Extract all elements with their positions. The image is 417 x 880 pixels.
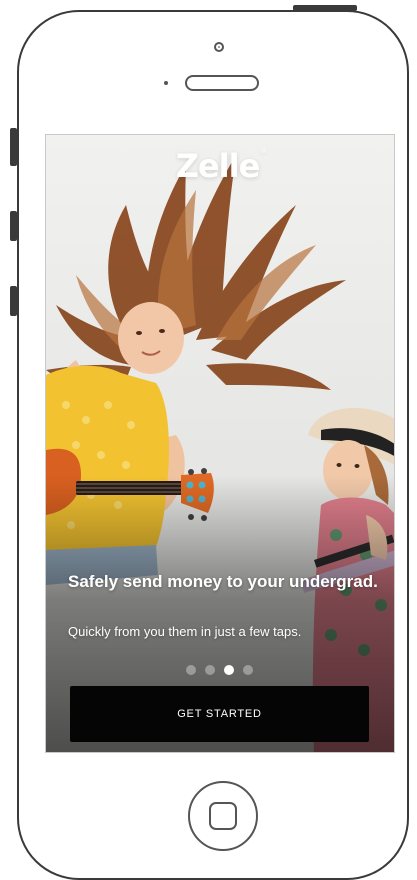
onboarding-subhead: Quickly from you them in just a few taps… bbox=[68, 624, 302, 639]
volume-down-button bbox=[10, 286, 17, 316]
home-button-square-icon bbox=[209, 802, 237, 830]
page-indicator bbox=[186, 665, 253, 675]
volume-up-button bbox=[10, 211, 17, 241]
get-started-button[interactable]: GET STARTED bbox=[70, 686, 369, 742]
onboarding-headline: Safely send money to your undergrad. bbox=[68, 572, 378, 591]
proximity-sensor bbox=[164, 81, 168, 85]
page-dot-4[interactable] bbox=[243, 665, 253, 675]
page-dot-2[interactable] bbox=[205, 665, 215, 675]
photo-gradient-overlay bbox=[46, 135, 394, 752]
registered-mark: ® bbox=[260, 147, 267, 155]
page-dot-3-active[interactable] bbox=[224, 665, 234, 675]
earpiece-speaker bbox=[185, 75, 259, 91]
onboarding-screen: Zelle® Safely send money to your undergr… bbox=[45, 134, 395, 753]
home-button[interactable] bbox=[188, 781, 258, 851]
front-camera-icon bbox=[214, 42, 224, 52]
mute-switch bbox=[10, 128, 17, 166]
zelle-logo-text: Zelle bbox=[175, 147, 261, 185]
page-dot-1[interactable] bbox=[186, 665, 196, 675]
zelle-logo: Zelle® bbox=[46, 147, 394, 185]
